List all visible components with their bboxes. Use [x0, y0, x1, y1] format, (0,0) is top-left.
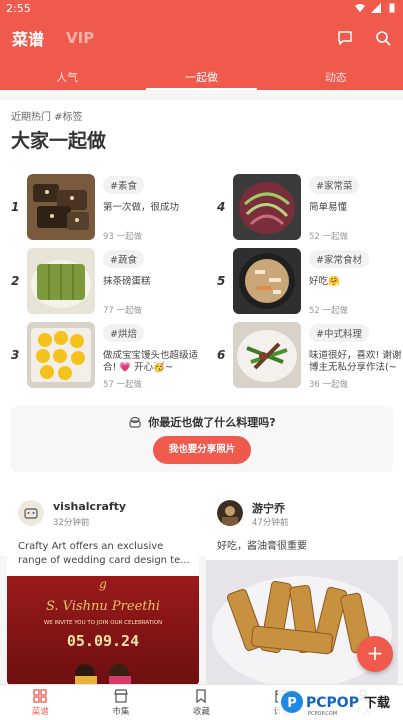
nav-item-recipes[interactable]: 菜谱: [0, 685, 81, 720]
dish-photo: [233, 248, 301, 314]
dish-photo: [27, 174, 95, 240]
rank-item-6[interactable]: 6 #中式料理 味道很好，喜欢! 谢谢博主无私分享作法(~ 36 一起做: [217, 322, 403, 390]
feed-username[interactable]: vishalcrafty: [53, 500, 126, 513]
feed-card[interactable]: vishalcrafty 32分钟前 Crafty Art offers an …: [7, 486, 199, 686]
rank-number: 2: [11, 274, 20, 288]
feed-time: 32分钟前: [53, 518, 90, 528]
feed-text: 好吃，酱油膏很重要: [217, 541, 307, 552]
avatar[interactable]: [217, 500, 243, 526]
rank-item-1[interactable]: 1 #素食 第一次做，很成功 93 一起做: [11, 174, 201, 242]
share-prompt: 你最近也做了什么料理吗? 我也要分享照片: [11, 406, 393, 472]
rank-text: 抹茶磅蛋糕: [103, 276, 151, 287]
rank-number: 6: [217, 348, 226, 362]
wifi-icon: [355, 4, 365, 12]
grid-icon: [33, 689, 47, 703]
rank-number: 1: [11, 200, 20, 214]
rank-text: 第一次做，很成功: [103, 202, 180, 213]
nav-label: 市集: [112, 707, 130, 717]
hot-tags-label[interactable]: 近期热门 #标签: [11, 108, 83, 123]
tab-cook-together[interactable]: 一起做: [134, 60, 268, 90]
svg-text:下载: 下载: [364, 695, 390, 711]
rank-text: 简单易懂: [309, 202, 348, 213]
feed-time: 47分钟前: [252, 518, 289, 528]
rank-text: 做成宝宝馒头也超级适合! 💗 开心🥳~: [103, 350, 199, 373]
rank-count: 36 一起做: [309, 380, 349, 390]
rank-number: 3: [11, 348, 20, 362]
rank-count: 52 一起做: [309, 232, 349, 242]
svg-text:PCPOP: PCPOP: [306, 695, 359, 711]
rank-text: 味道很好，喜欢! 谢谢博主无私分享作法(~: [309, 350, 402, 373]
rank-number: 4: [217, 200, 226, 214]
signal-icon: [371, 3, 381, 13]
pcpop-logo: P PCPOP 下载 PCPOP.COM: [278, 687, 403, 717]
rank-tag[interactable]: #家常食材: [309, 250, 369, 268]
message-icon[interactable]: [337, 30, 353, 46]
rank-count: 57 一起做: [103, 380, 143, 390]
nav-item-favorites[interactable]: 收藏: [161, 685, 242, 720]
card-names: S. Vishnu Preethi: [46, 599, 160, 614]
status-time: 2:55: [6, 1, 31, 15]
nav-label: 菜谱: [31, 707, 49, 717]
feed-photo[interactable]: g S. Vishnu Preethi WE INVITE YOU TO JOI…: [7, 576, 199, 686]
tab-popular[interactable]: 人气: [0, 60, 134, 90]
rank-count: 52 一起做: [309, 306, 349, 316]
vip-tab[interactable]: VIP: [66, 29, 94, 47]
nav-label: 收藏: [192, 707, 210, 717]
rank-item-3[interactable]: 3 #烘焙 做成宝宝馒头也超级适合! 💗 开心🥳~ 57 一起做: [11, 322, 201, 390]
app-title[interactable]: 菜谱: [12, 26, 44, 50]
tab-activity[interactable]: 动态: [269, 60, 403, 90]
section-title: 大家一起做: [11, 130, 107, 152]
add-post-button[interactable]: +: [357, 636, 393, 672]
bookmark-icon: [196, 689, 207, 703]
rank-item-5[interactable]: 5 #家常食材 好吃🤗 52 一起做: [217, 248, 403, 316]
svg-text:P: P: [287, 696, 297, 711]
main-content: 近期热门 #标签 大家一起做 1 #素食 第一次做，很成功 93 一起做 2 #…: [0, 90, 403, 720]
rank-count: 77 一起做: [103, 306, 143, 316]
svg-text:PCPOP.COM: PCPOP.COM: [308, 711, 337, 717]
dish-photo: [27, 322, 95, 388]
share-photo-button[interactable]: 我也要分享照片: [153, 436, 251, 464]
svg-text:g: g: [99, 577, 107, 591]
battery-icon: [389, 3, 395, 13]
rank-text: 好吃🤗: [309, 276, 340, 287]
rank-item-2[interactable]: 2 #蔬食 抹茶磅蛋糕 77 一起做: [11, 248, 201, 316]
app-bar: 菜谱 VIP: [0, 16, 403, 60]
shop-icon: [114, 689, 128, 703]
rank-tag[interactable]: #烘焙: [103, 324, 144, 342]
share-question: 你最近也做了什么料理吗?: [11, 414, 393, 430]
rank-tag[interactable]: #家常菜: [309, 176, 360, 194]
status-bar: 2:55: [0, 0, 403, 16]
rank-count: 93 一起做: [103, 232, 143, 242]
feed-text: Crafty Art offers an exclusive range of …: [18, 541, 190, 566]
dish-photo: [27, 248, 95, 314]
rank-number: 5: [217, 274, 226, 288]
rank-item-4[interactable]: 4 #家常菜 简单易懂 52 一起做: [217, 174, 403, 242]
card-date: 05.09.24: [67, 632, 139, 650]
watermark: P PCPOP 下载 PCPOP.COM: [278, 683, 403, 720]
avatar[interactable]: [18, 500, 44, 526]
rank-tag[interactable]: #蔬食: [103, 250, 144, 268]
nav-item-market[interactable]: 市集: [81, 685, 162, 720]
dish-photo: [233, 322, 301, 388]
share-question-text: 你最近也做了什么料理吗?: [148, 416, 276, 429]
card-invite: WE INVITE YOU TO JOIN OUR CELEBRATION: [44, 620, 162, 626]
top-tabs: 人气 一起做 动态: [0, 60, 403, 90]
dish-photo: [233, 174, 301, 240]
search-icon[interactable]: [375, 30, 391, 46]
feed-username[interactable]: 游宁乔: [252, 500, 285, 516]
chef-pot-icon: [129, 416, 141, 428]
rank-tag[interactable]: #素食: [103, 176, 144, 194]
rank-tag[interactable]: #中式料理: [309, 324, 369, 342]
